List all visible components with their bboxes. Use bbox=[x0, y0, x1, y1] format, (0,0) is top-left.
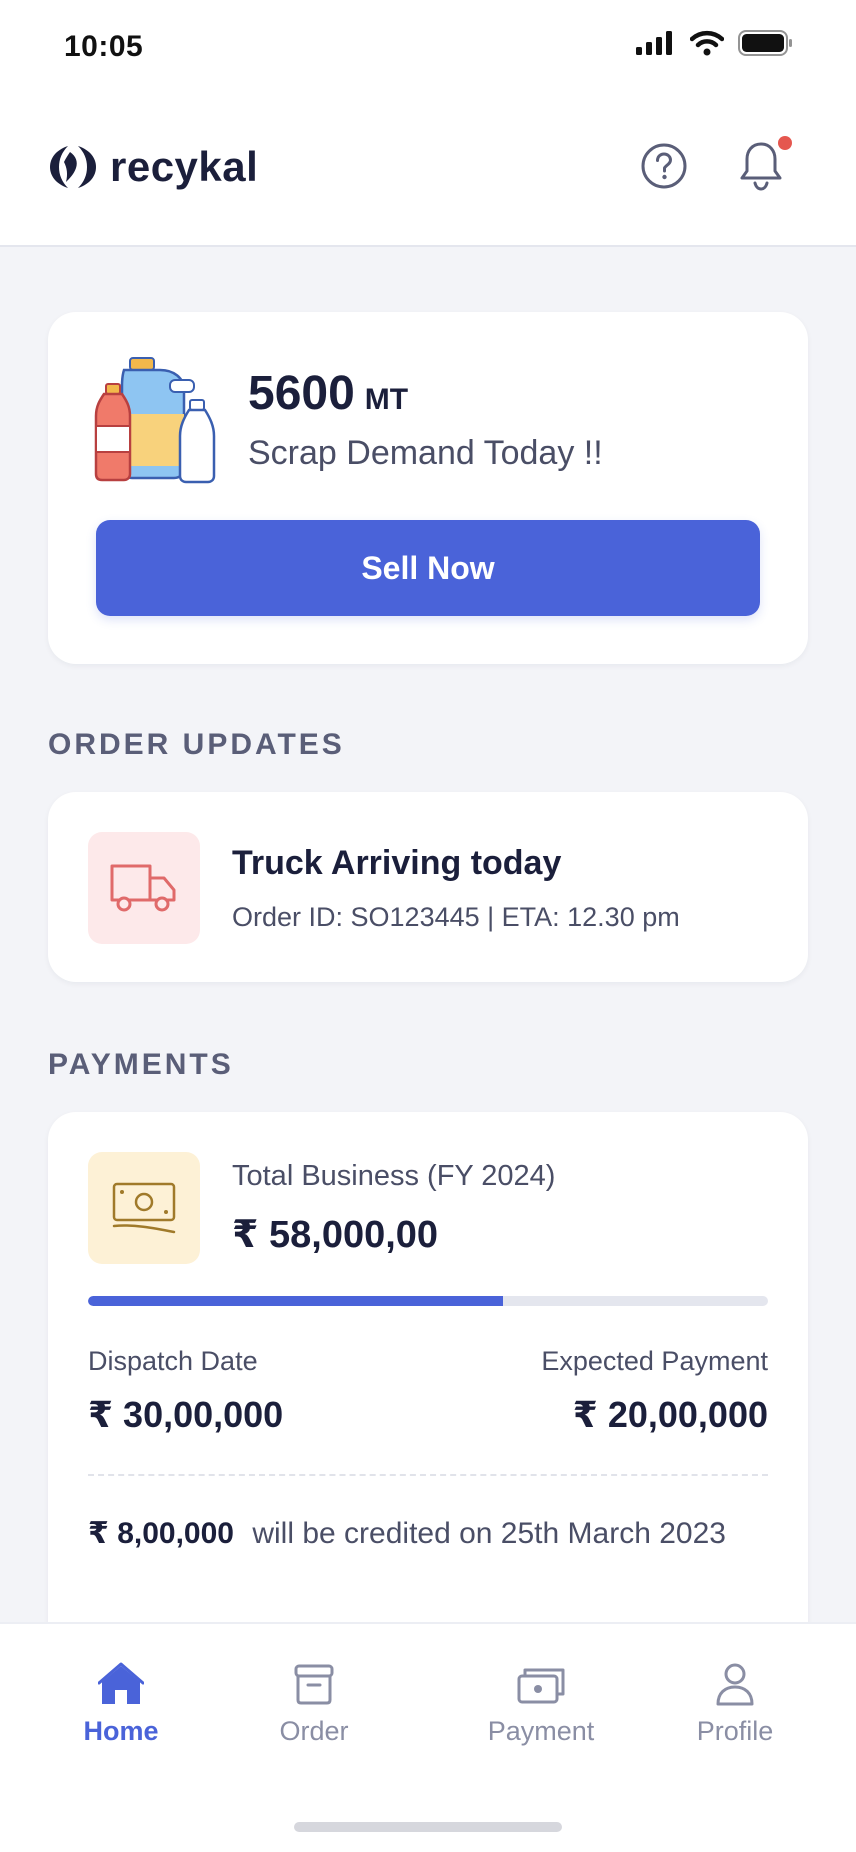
signal-icon bbox=[636, 31, 672, 55]
credit-text: will be credited on 25th March 2023 bbox=[252, 1517, 726, 1550]
app-header: recykal bbox=[0, 100, 856, 247]
recykal-logo-icon bbox=[50, 146, 96, 188]
payment-progress-fill bbox=[88, 1296, 503, 1306]
demand-label: Scrap Demand Today !! bbox=[248, 434, 603, 472]
battery-icon bbox=[738, 30, 792, 56]
nav-profile-label: Profile bbox=[696, 1716, 774, 1746]
payment-progress-bar bbox=[88, 1296, 768, 1306]
banknote-icon bbox=[112, 1182, 176, 1234]
truck-icon bbox=[110, 864, 176, 912]
wallet-icon bbox=[517, 1668, 565, 1704]
notification-badge bbox=[778, 136, 792, 150]
bottles-illustration-icon bbox=[94, 357, 216, 484]
credit-amount: ₹ 8,00,000 bbox=[88, 1517, 234, 1550]
money-icon-tile bbox=[88, 1152, 200, 1264]
truck-icon-tile bbox=[88, 832, 200, 944]
payments-card: Total Business (FY 2024) ₹ 58,000,00 Dis… bbox=[48, 1112, 808, 1672]
nav-profile[interactable]: Profile bbox=[665, 1662, 805, 1747]
home-icon bbox=[98, 1662, 144, 1704]
dispatch-value: ₹ 30,00,000 bbox=[88, 1394, 284, 1435]
home-indicator bbox=[294, 1822, 562, 1832]
demand-number: 5600 bbox=[248, 367, 355, 420]
demand-unit: MT bbox=[364, 383, 409, 416]
nav-payment[interactable]: Payment bbox=[471, 1662, 611, 1747]
nav-order[interactable]: Order bbox=[244, 1662, 384, 1747]
status-icons bbox=[636, 30, 794, 56]
expected-payment-label: Expected Payment bbox=[541, 1346, 768, 1376]
order-updates-heading: ORDER UPDATES bbox=[48, 728, 345, 761]
wifi-icon bbox=[690, 30, 724, 56]
brand-name: recykal bbox=[110, 143, 259, 190]
credit-notice: ₹ 8,00,000 will be credited on 25th Marc… bbox=[88, 1508, 748, 1560]
sell-now-button[interactable]: Sell Now bbox=[96, 520, 760, 616]
demand-value: 5600 MT bbox=[248, 366, 408, 421]
nav-payment-label: Payment bbox=[487, 1716, 595, 1746]
total-business-label: Total Business (FY 2024) bbox=[232, 1160, 556, 1192]
divider bbox=[88, 1474, 768, 1476]
nav-home-label: Home bbox=[83, 1716, 159, 1746]
status-time: 10:05 bbox=[64, 30, 144, 63]
order-update-title: Truck Arriving today bbox=[232, 844, 562, 882]
payments-heading: PAYMENTS bbox=[48, 1048, 234, 1081]
nav-home[interactable]: Home bbox=[51, 1662, 191, 1747]
scrap-demand-card: 5600 MT Scrap Demand Today !! Sell Now bbox=[48, 312, 808, 664]
brand-logo: recykal bbox=[46, 142, 258, 192]
bottom-nav: Home Order Payment Profile bbox=[0, 1622, 856, 1852]
total-business-value: ₹ 58,000,00 bbox=[232, 1214, 439, 1256]
dispatch-date-label: Dispatch Date bbox=[88, 1346, 258, 1376]
order-update-card[interactable]: Truck Arriving today Order ID: SO123445 … bbox=[48, 792, 808, 982]
user-icon bbox=[716, 1663, 754, 1706]
box-icon bbox=[294, 1664, 334, 1705]
help-circle-icon[interactable] bbox=[640, 142, 688, 190]
expected-payment-value: ₹ 20,00,000 bbox=[572, 1394, 768, 1435]
nav-order-label: Order bbox=[279, 1716, 349, 1746]
status-bar: 10:05 bbox=[0, 0, 856, 100]
order-update-subtitle: Order ID: SO123445 | ETA: 12.30 pm bbox=[232, 902, 680, 932]
